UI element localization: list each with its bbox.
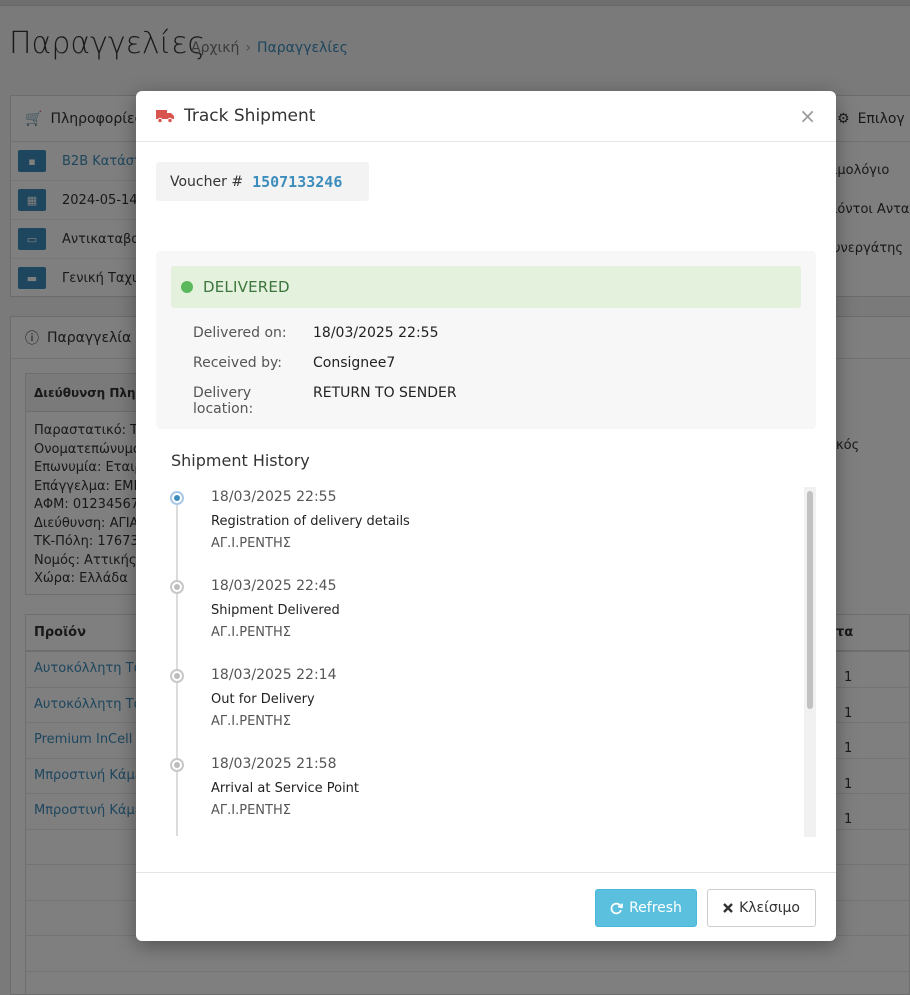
history-title: Shipment History: [171, 451, 310, 470]
status-text: DELIVERED: [203, 278, 290, 296]
modal-title: Track Shipment: [184, 106, 316, 126]
delivery-status-box: DELIVERED Delivered on: 18/03/2025 22:55…: [156, 251, 816, 429]
event-time: 18/03/2025 21:58: [211, 756, 337, 772]
event-description: Registration of delivery details: [211, 514, 410, 529]
detail-label: Delivered on:: [193, 325, 287, 341]
event-location: ΑΓ.Ι.ΡΕΝΤΗΣ: [211, 714, 291, 729]
close-button[interactable]: Κλείσιμο: [707, 889, 816, 927]
close-label: Κλείσιμο: [739, 900, 800, 916]
voucher-number: 1507133246: [252, 172, 343, 191]
voucher-badge: Voucher # 1507133246: [156, 162, 369, 201]
timeline-dot-icon: [170, 669, 184, 683]
detail-label: Delivery location:: [193, 385, 254, 417]
refresh-label: Refresh: [629, 900, 682, 916]
event-time: 18/03/2025 22:45: [211, 578, 337, 594]
event-location: ΑΓ.Ι.ΡΕΝΤΗΣ: [211, 536, 291, 551]
refresh-icon: [610, 902, 624, 914]
timeline-dot-icon: [170, 758, 184, 772]
close-icon[interactable]: ×: [799, 106, 816, 126]
event-description: Shipment Delivered: [211, 603, 340, 618]
history-list[interactable]: 18/03/2025 22:55 Registration of deliver…: [156, 486, 816, 836]
event-time: 18/03/2025 22:55: [211, 489, 337, 505]
status-banner: DELIVERED: [171, 266, 801, 308]
detail-row: Delivered on: 18/03/2025 22:55: [193, 325, 439, 341]
history-event: 18/03/2025 21:58 Arrival at Service Poin…: [156, 753, 776, 836]
detail-value: RETURN TO SENDER: [313, 385, 457, 401]
track-shipment-modal: Track Shipment × Voucher # 1507133246 DE…: [136, 91, 836, 941]
detail-label: Received by:: [193, 355, 283, 371]
modal-header: Track Shipment ×: [136, 91, 836, 142]
truck-icon: [156, 110, 174, 123]
voucher-label: Voucher #: [170, 173, 244, 190]
event-location: ΑΓ.Ι.ΡΕΝΤΗΣ: [211, 803, 291, 818]
event-location: ΑΓ.Ι.ΡΕΝΤΗΣ: [211, 625, 291, 640]
event-description: Arrival at Service Point: [211, 781, 360, 796]
event-description: Out for Delivery: [211, 692, 315, 707]
status-dot-icon: [181, 281, 193, 293]
detail-row: Received by: Consignee7: [193, 355, 395, 371]
detail-value: Consignee7: [313, 355, 396, 371]
history-event: 18/03/2025 22:55 Registration of deliver…: [156, 486, 776, 575]
detail-row: Delivery location: RETURN TO SENDER: [193, 385, 457, 417]
detail-value: 18/03/2025 22:55: [313, 325, 439, 341]
timeline-dot-icon: [170, 580, 184, 594]
times-icon: [723, 903, 733, 913]
history-scrollbar-thumb[interactable]: [807, 491, 813, 709]
refresh-button[interactable]: Refresh: [595, 889, 697, 927]
history-event: 18/03/2025 22:45 Shipment Delivered ΑΓ.Ι…: [156, 575, 776, 664]
history-event: 18/03/2025 22:14 Out for Delivery ΑΓ.Ι.Ρ…: [156, 664, 776, 753]
timeline-dot-icon: [170, 491, 184, 505]
event-time: 18/03/2025 22:14: [211, 667, 337, 683]
modal-footer: Refresh Κλείσιμο: [136, 872, 836, 941]
